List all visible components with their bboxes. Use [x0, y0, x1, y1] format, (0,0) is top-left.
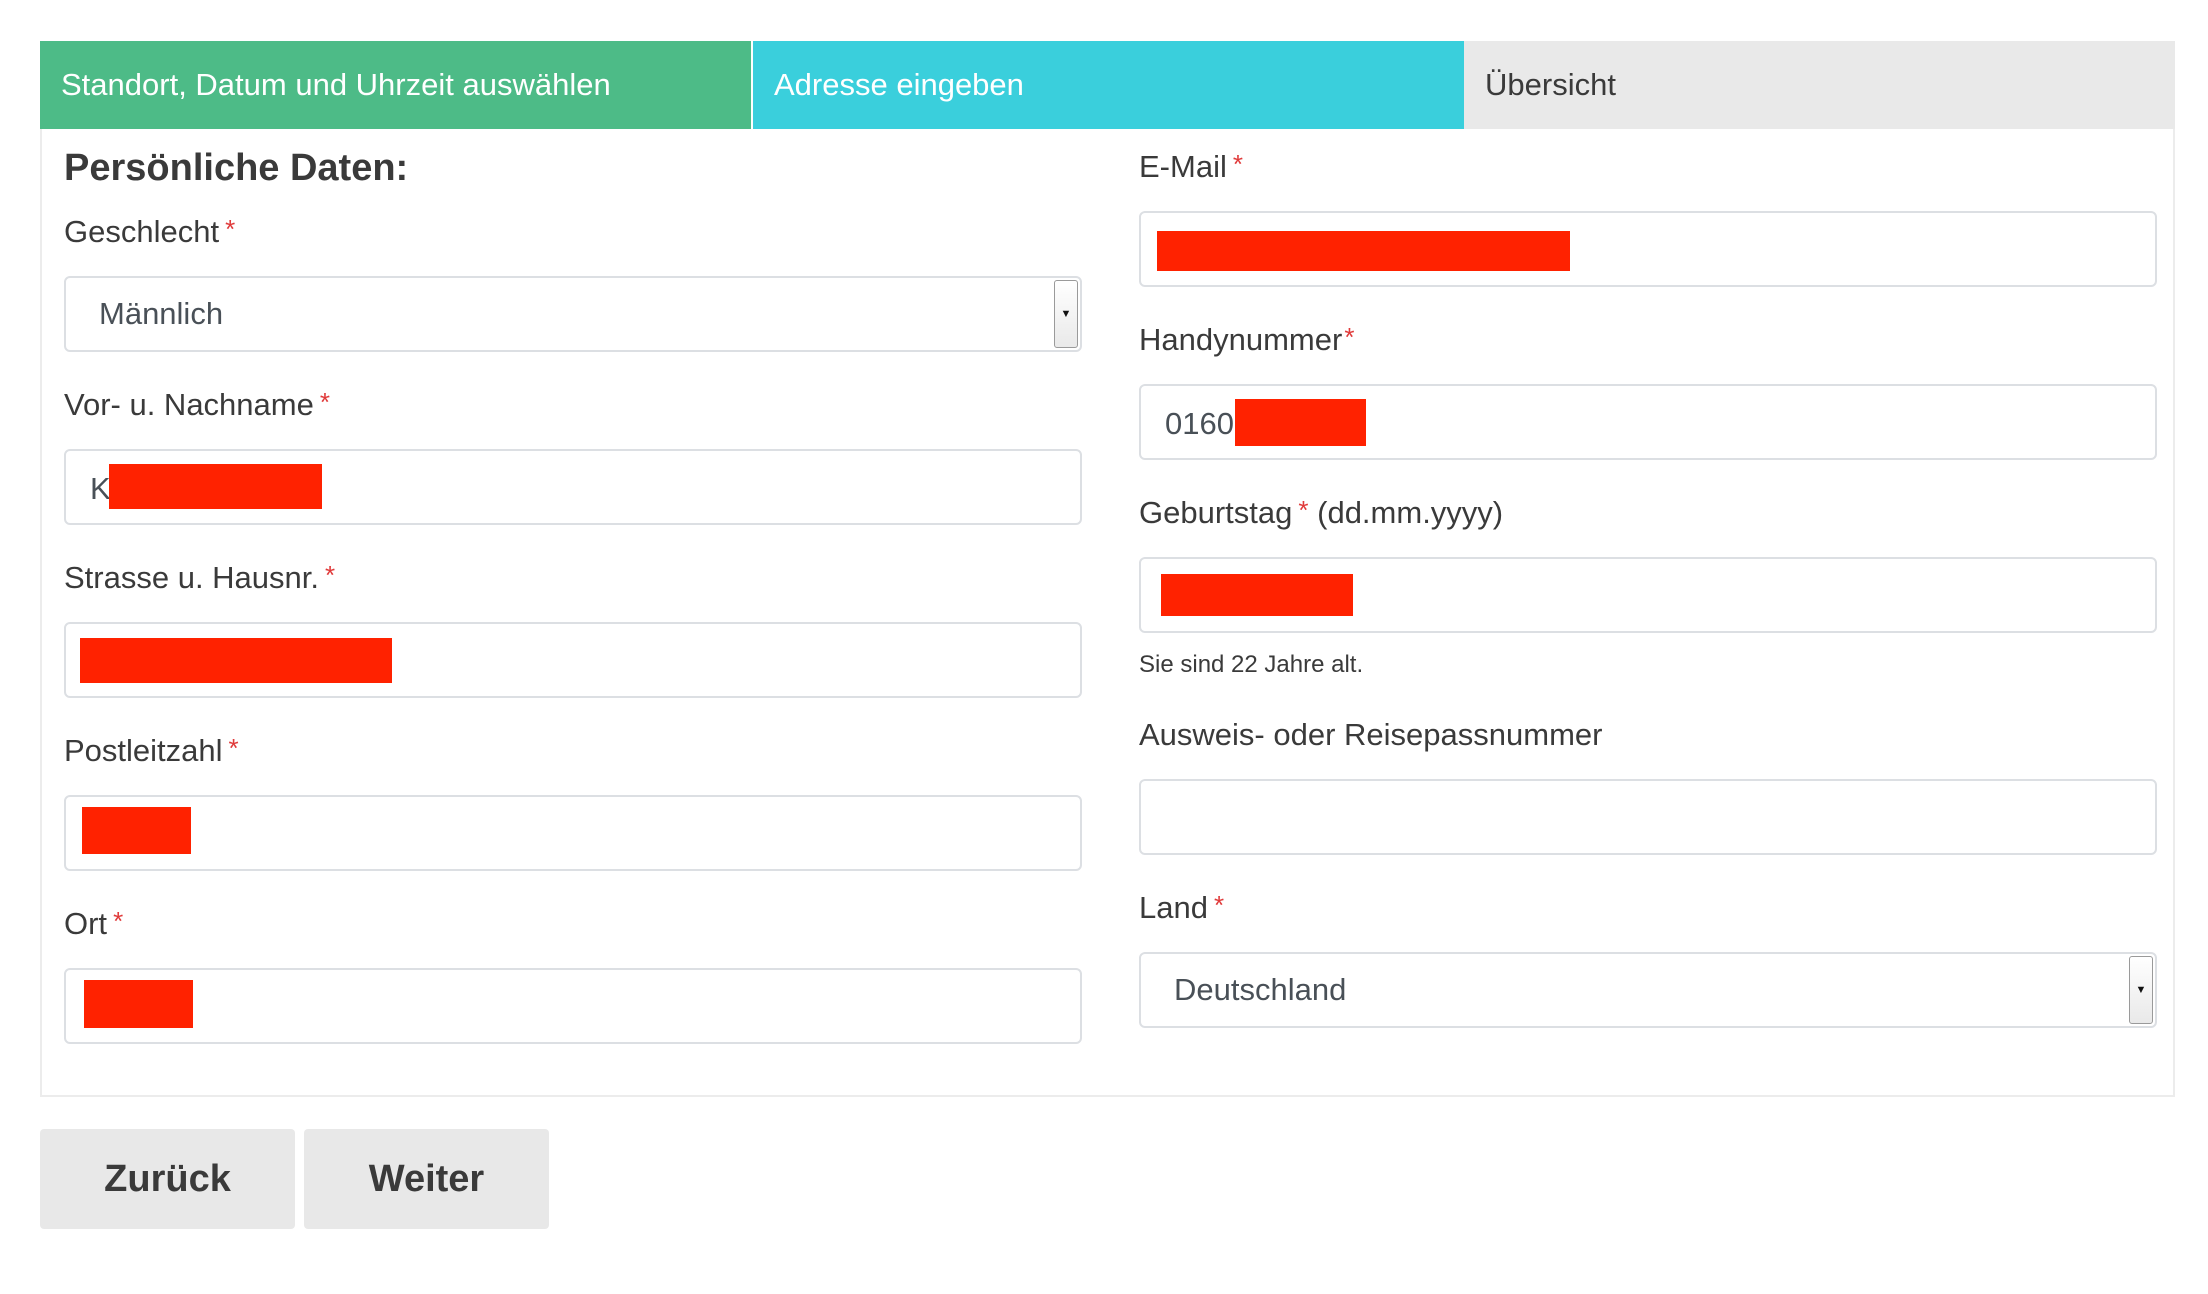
- chevron-down-icon[interactable]: ▼: [2129, 956, 2153, 1024]
- required-marker: *: [225, 214, 236, 244]
- step-label: Übersicht: [1485, 67, 1616, 102]
- gender-value: Männlich: [99, 296, 224, 331]
- street-redaction: [80, 638, 392, 683]
- back-button[interactable]: Zurück: [40, 1129, 295, 1229]
- country-value: Deutschland: [1174, 972, 1347, 1007]
- required-marker: *: [113, 906, 124, 936]
- name-field[interactable]: K: [64, 449, 1082, 525]
- city-label: Ort *: [64, 906, 124, 941]
- phone-field[interactable]: 0160: [1139, 384, 2157, 460]
- birthday-field[interactable]: [1139, 557, 2157, 633]
- date-format-hint: (dd.mm.yyyy): [1317, 495, 1504, 530]
- birthday-redaction: [1161, 574, 1353, 616]
- zip-label: Postleitzahl *: [64, 733, 239, 768]
- step-label: Standort, Datum und Uhrzeit auswählen: [61, 67, 611, 102]
- street-field[interactable]: [64, 622, 1082, 698]
- booking-wizard: Standort, Datum und Uhrzeit auswählen Ad…: [40, 41, 2175, 1097]
- chevron-down-icon[interactable]: ▼: [1054, 280, 1078, 348]
- zip-field[interactable]: [64, 795, 1082, 871]
- country-label: Land *: [1139, 890, 1225, 925]
- next-button[interactable]: Weiter: [304, 1129, 549, 1229]
- step-enter-address[interactable]: Adresse eingeben: [753, 41, 1464, 129]
- required-marker: *: [325, 560, 336, 590]
- email-redaction: [1157, 231, 1570, 271]
- passport-field[interactable]: [1139, 779, 2157, 855]
- email-field[interactable]: [1139, 211, 2157, 287]
- city-field[interactable]: [64, 968, 1082, 1044]
- name-visible-prefix: K: [90, 471, 111, 506]
- required-marker: *: [228, 733, 239, 763]
- country-select[interactable]: Deutschland ▼: [1139, 952, 2157, 1028]
- required-marker: *: [1298, 495, 1309, 525]
- gender-select[interactable]: Männlich ▼: [64, 276, 1082, 352]
- required-marker: *: [1344, 322, 1355, 352]
- step-location-date-time[interactable]: Standort, Datum und Uhrzeit auswählen: [40, 41, 753, 129]
- required-marker: *: [1232, 149, 1243, 179]
- personal-data-panel: Persönliche Daten: Geschlecht * Männlich …: [40, 129, 2175, 1097]
- required-marker: *: [319, 387, 330, 417]
- name-label: Vor- u. Nachname *: [64, 387, 330, 422]
- zip-redaction: [82, 807, 191, 854]
- required-marker: *: [1213, 890, 1225, 920]
- wizard-steps: Standort, Datum und Uhrzeit auswählen Ad…: [40, 41, 2175, 129]
- age-note: Sie sind 22 Jahre alt.: [1139, 651, 1364, 678]
- step-label: Adresse eingeben: [774, 67, 1024, 102]
- step-overview[interactable]: Übersicht: [1464, 41, 2175, 129]
- phone-label: Handynummer*: [1139, 322, 1355, 357]
- phone-visible-prefix: 0160: [1165, 406, 1234, 441]
- street-label: Strasse u. Hausnr. *: [64, 560, 336, 595]
- email-label: E-Mail *: [1139, 149, 1243, 184]
- name-redaction: [109, 464, 322, 509]
- city-redaction: [84, 980, 193, 1028]
- phone-redaction: [1235, 399, 1366, 446]
- birthday-label: Geburtstag * (dd.mm.yyyy): [1139, 495, 1504, 530]
- section-title: Persönliche Daten:: [64, 147, 409, 189]
- gender-label: Geschlecht *: [64, 214, 236, 249]
- passport-label: Ausweis- oder Reisepassnummer: [1139, 717, 1603, 752]
